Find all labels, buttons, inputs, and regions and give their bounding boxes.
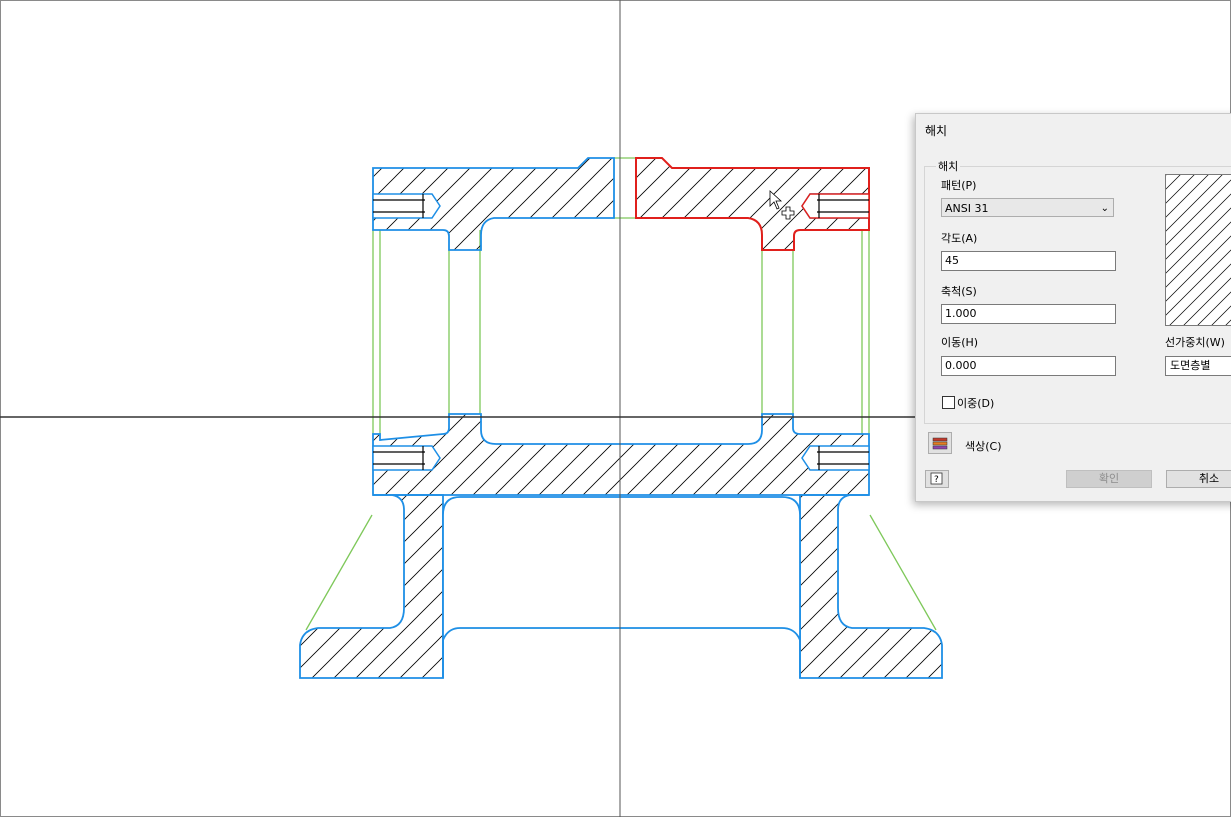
double-label: 이중(D) — [957, 397, 995, 410]
color-button[interactable] — [928, 432, 952, 454]
help-icon: ? — [930, 472, 943, 485]
offset-input[interactable]: 0.000 — [941, 356, 1116, 376]
offset-label: 이동(H) — [941, 336, 979, 349]
scale-label: 축척(S) — [941, 285, 977, 298]
left-leg-section — [299, 494, 444, 679]
angle-input[interactable]: 45 — [941, 251, 1116, 271]
inner-cavity — [442, 496, 801, 678]
group-label: 해치 — [936, 158, 961, 174]
help-button[interactable]: ? — [925, 470, 949, 488]
layers-color-icon — [932, 437, 948, 450]
cancel-button[interactable]: 취소 — [1166, 470, 1231, 488]
middle-section — [372, 413, 870, 496]
color-label: 색상(C) — [965, 440, 1002, 453]
lineweight-select[interactable]: 도면층별 — [1165, 356, 1231, 376]
pattern-select[interactable]: ANSI 31 ⌄ — [941, 198, 1114, 217]
double-checkbox[interactable] — [942, 396, 955, 409]
angle-label: 각도(A) — [941, 232, 978, 245]
hatch-preview — [1165, 174, 1231, 326]
right-leg-section — [799, 494, 943, 679]
dialog-title: 해치 — [925, 124, 948, 138]
pattern-label: 패턴(P) — [941, 179, 977, 192]
selected-bolt-hole — [801, 193, 870, 219]
svg-text:?: ? — [934, 475, 939, 485]
hatch-dialog: 해치 해치 패턴(P) ANSI 31 ⌄ 각도(A) 45 축척(S) 1.0… — [915, 113, 1231, 502]
scale-input[interactable]: 1.000 — [941, 304, 1116, 324]
pattern-value: ANSI 31 — [945, 202, 989, 215]
lineweight-label: 선가중치(W) — [1165, 336, 1225, 349]
chevron-down-icon: ⌄ — [1100, 203, 1109, 214]
ok-button[interactable]: 확인 — [1066, 470, 1152, 488]
